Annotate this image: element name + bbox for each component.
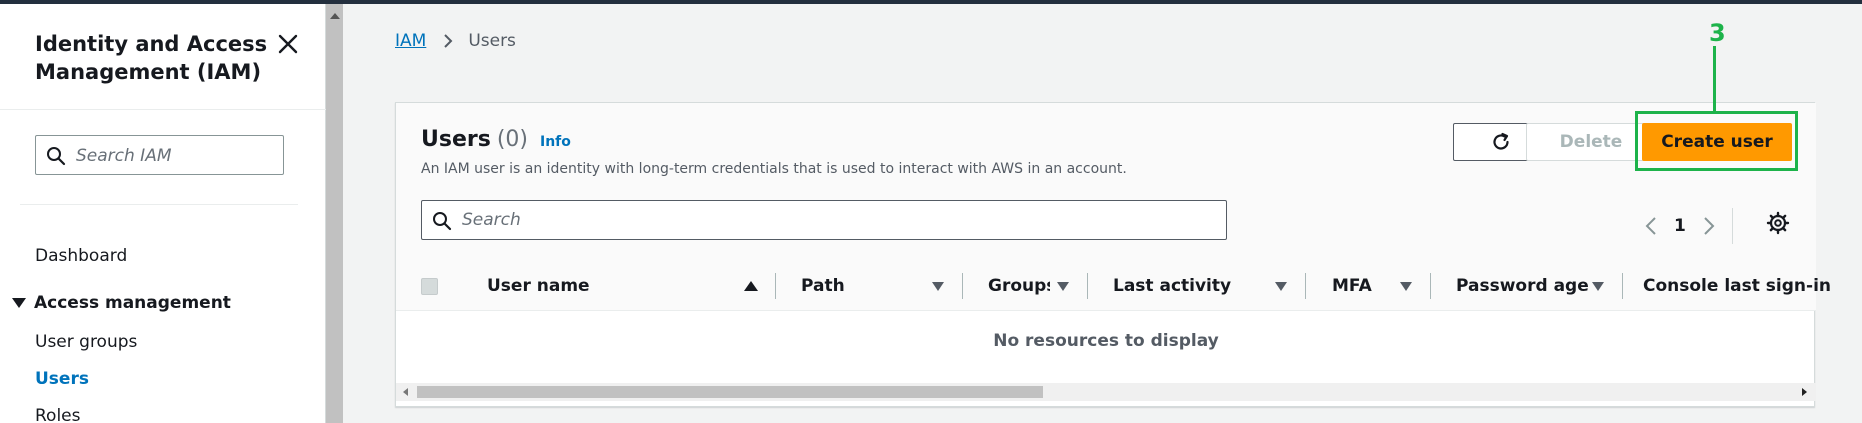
annotation-step-number: 3 xyxy=(1709,19,1726,47)
column-separator[interactable] xyxy=(1430,273,1431,299)
sort-icon[interactable] xyxy=(1400,282,1412,291)
scroll-right-icon[interactable] xyxy=(1802,388,1807,396)
annotation-highlight-box xyxy=(1635,111,1798,171)
sort-icon[interactable] xyxy=(932,282,944,291)
column-label: Path xyxy=(801,275,845,296)
sidebar-search-input[interactable]: Search IAM xyxy=(35,135,284,175)
page-title-text: Users xyxy=(421,127,491,152)
column-header-mfa[interactable]: MFA xyxy=(1332,260,1372,311)
column-separator[interactable] xyxy=(962,273,963,299)
sidebar-title: Identity and Access Management (IAM) xyxy=(35,32,268,84)
search-placeholder: Search xyxy=(462,210,521,230)
column-header-console-last-sign-in[interactable]: Console last sign-in xyxy=(1643,260,1831,311)
sort-icon[interactable] xyxy=(1592,282,1604,291)
page-title: Users (0) Info xyxy=(421,127,571,152)
user-count: (0) xyxy=(496,127,528,152)
sort-ascending-icon[interactable] xyxy=(744,281,758,291)
column-label: Console last sign-in xyxy=(1643,275,1831,296)
pager-divider xyxy=(1731,208,1733,244)
gear-icon[interactable] xyxy=(1766,211,1790,235)
column-label: Groups xyxy=(988,275,1050,296)
column-header-path[interactable]: Path xyxy=(801,260,845,311)
sidebar-section-access-management[interactable]: Access management xyxy=(12,293,231,313)
column-separator[interactable] xyxy=(775,273,776,299)
column-separator[interactable] xyxy=(1622,273,1623,299)
annotation-line xyxy=(1713,46,1716,114)
column-separator[interactable] xyxy=(1305,273,1306,299)
column-label: Password age xyxy=(1456,275,1589,296)
column-label: Last activity xyxy=(1113,275,1232,296)
sidebar-divider xyxy=(0,109,326,110)
sidebar-item-user-groups[interactable]: User groups xyxy=(35,332,137,352)
search-icon xyxy=(47,147,66,166)
sidebar-section-label: Access management xyxy=(34,293,231,313)
chevron-right-icon xyxy=(444,34,453,48)
scrollbar-thumb[interactable] xyxy=(417,386,1043,398)
refresh-icon xyxy=(1492,132,1509,150)
column-header-groups[interactable]: Groups xyxy=(988,260,1050,311)
sort-icon[interactable] xyxy=(1275,282,1287,291)
column-header-user-name[interactable]: User name xyxy=(487,260,590,311)
scroll-up-icon[interactable] xyxy=(330,13,340,19)
breadcrumb-link-iam[interactable]: IAM xyxy=(395,31,426,51)
pagination: 1 xyxy=(1644,208,1733,244)
page-number[interactable]: 1 xyxy=(1674,216,1686,236)
chevron-left-icon[interactable] xyxy=(1644,216,1658,236)
sidebar-item-roles[interactable]: Roles xyxy=(35,406,81,423)
horizontal-scrollbar[interactable] xyxy=(396,383,1816,401)
table-header: User name Path Groups Last activity MFA … xyxy=(396,260,1831,311)
scroll-left-icon[interactable] xyxy=(403,388,408,396)
search-icon xyxy=(433,212,452,231)
sort-icon[interactable] xyxy=(1057,282,1069,291)
info-link[interactable]: Info xyxy=(540,134,571,150)
sidebar-scrollbar[interactable] xyxy=(326,4,343,423)
users-search-input[interactable]: Search xyxy=(421,200,1227,240)
column-label: User name xyxy=(487,275,590,296)
sidebar-item-dashboard[interactable]: Dashboard xyxy=(35,246,127,266)
sidebar-search-placeholder: Search IAM xyxy=(76,146,172,166)
column-separator[interactable] xyxy=(1087,273,1088,299)
sidebar-item-users[interactable]: Users xyxy=(35,369,89,389)
users-panel: Users (0) Info An IAM user is an identit… xyxy=(395,102,1831,407)
close-icon[interactable] xyxy=(276,32,300,56)
panel-description: An IAM user is an identity with long-ter… xyxy=(421,161,1127,177)
column-label: MFA xyxy=(1332,275,1372,296)
column-header-password-age[interactable]: Password age xyxy=(1456,260,1589,311)
breadcrumb-current: Users xyxy=(468,31,516,51)
caret-down-icon xyxy=(12,298,26,308)
sidebar-divider xyxy=(20,204,298,205)
breadcrumb: IAM Users xyxy=(395,31,516,51)
empty-state: No resources to display xyxy=(993,331,1219,351)
select-all-checkbox[interactable] xyxy=(421,278,438,295)
sidebar: Identity and Access Management (IAM) Sea… xyxy=(0,4,326,423)
chevron-right-icon[interactable] xyxy=(1702,216,1716,236)
column-header-last-activity[interactable]: Last activity xyxy=(1113,260,1231,311)
